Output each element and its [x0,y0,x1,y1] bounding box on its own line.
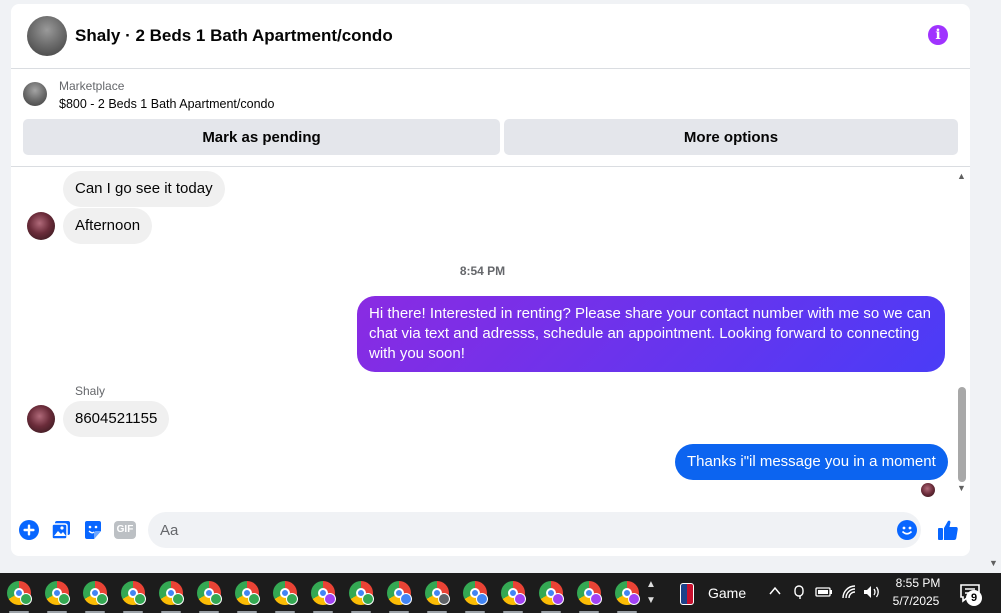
wifi-icon[interactable] [840,583,858,604]
volume-icon[interactable] [862,583,882,604]
scroll-down-arrow-icon[interactable]: ▼ [957,483,966,493]
game-widget-label[interactable]: Game [708,585,746,601]
page-scroll-down-arrow-icon[interactable]: ▼ [989,558,998,568]
chrome-profile-taskbar-icon[interactable] [45,581,70,613]
listing-source: Marketplace [59,79,125,93]
chrome-profile-taskbar-icon[interactable] [577,581,602,613]
chrome-profile-taskbar-icon[interactable] [615,581,640,613]
nba-app-icon[interactable] [680,583,694,605]
profile-badge-icon [210,593,222,605]
profile-badge-icon [286,593,298,605]
profile-badge-icon [362,593,374,605]
message-input[interactable] [148,512,921,548]
chrome-profile-taskbar-icon[interactable] [387,581,412,613]
profile-badge-icon [552,593,564,605]
chrome-profile-taskbar-icon[interactable] [501,581,526,613]
sender-name: Shaly [75,384,106,398]
listing-title[interactable]: $800 - 2 Beds 1 Bath Apartment/condo [59,97,274,111]
chrome-profile-taskbar-icon[interactable] [425,581,450,613]
chat-window: Shaly · 2 Beds 1 Bath Apartment/condo i … [11,4,970,556]
profile-badge-icon [134,593,146,605]
message-timestamp: 8:54 PM [459,264,506,278]
emoji-icon[interactable] [897,520,917,540]
profile-badge-icon [20,593,32,605]
profile-badge-icon [58,593,70,605]
notification-count-badge: 9 [966,590,982,606]
windows-taskbar: ▲ ▼ Game 8:55 PM 5/7/2025 9 [0,573,1001,613]
battery-icon[interactable] [814,583,834,604]
chrome-profile-taskbar-icon[interactable] [83,581,108,613]
clock-date[interactable]: 5/7/2025 [889,594,943,608]
profile-badge-icon [400,593,412,605]
profile-badge-icon [628,593,640,605]
profile-badge-icon [324,593,336,605]
scroll-thumb[interactable] [958,387,966,482]
chrome-profile-taskbar-icon[interactable] [121,581,146,613]
gif-icon[interactable]: GIF [114,521,136,539]
sender-avatar[interactable] [27,405,55,433]
taskbar-scroll-arrows[interactable]: ▲ ▼ [646,577,656,609]
sender-avatar[interactable] [27,212,55,240]
chrome-profile-taskbar-icon[interactable] [235,581,260,613]
outgoing-message[interactable]: Hi there! Interested in renting? Please … [357,296,945,372]
info-icon[interactable]: i [928,25,948,45]
mark-as-pending-button[interactable]: Mark as pending [23,119,500,155]
profile-badge-icon [248,593,260,605]
conversation-title[interactable]: Shaly · 2 Beds 1 Bath Apartment/condo [75,26,393,46]
profile-badge-icon [590,593,602,605]
more-options-button[interactable]: More options [504,119,958,155]
chrome-profile-taskbar-icon[interactable] [349,581,374,613]
outgoing-message[interactable]: Thanks i"il message you in a moment [675,444,948,480]
message-thread[interactable]: Can I go see it today Afternoon 8:54 PM … [11,167,970,507]
plus-icon[interactable] [18,519,40,541]
like-icon[interactable] [936,518,960,542]
scroll-up-arrow-icon[interactable]: ▲ [957,171,966,181]
contact-avatar[interactable] [27,16,67,56]
profile-badge-icon [96,593,108,605]
chrome-profile-taskbar-icon[interactable] [463,581,488,613]
read-receipt-avatar [921,483,935,497]
chrome-profile-taskbar-icon[interactable] [539,581,564,613]
chrome-profile-taskbar-icon[interactable] [7,581,32,613]
profile-badge-icon [514,593,526,605]
photo-icon[interactable] [50,519,72,541]
chat-header: Shaly · 2 Beds 1 Bath Apartment/condo i [11,4,970,69]
meet-now-icon[interactable] [792,583,808,604]
marketplace-listing-bar: Marketplace $800 - 2 Beds 1 Bath Apartme… [11,69,970,167]
clock-time[interactable]: 8:55 PM [893,576,943,590]
incoming-message[interactable]: 8604521155 [63,401,170,437]
chrome-profile-taskbar-icon[interactable] [311,581,336,613]
sticker-icon[interactable] [82,519,104,541]
profile-badge-icon [172,593,184,605]
message-composer: GIF [11,507,970,556]
show-hidden-icons-chevron-icon[interactable] [768,584,782,601]
chrome-profile-taskbar-icon[interactable] [159,581,184,613]
chrome-profile-taskbar-icon[interactable] [197,581,222,613]
listing-thumbnail[interactable] [23,82,47,106]
incoming-message[interactable]: Can I go see it today [63,171,225,207]
chrome-profile-taskbar-icon[interactable] [273,581,298,613]
profile-badge-icon [476,593,488,605]
profile-badge-icon [438,593,450,605]
message-scrollbar[interactable]: ▲ ▼ [954,167,970,497]
incoming-message[interactable]: Afternoon [63,208,153,244]
